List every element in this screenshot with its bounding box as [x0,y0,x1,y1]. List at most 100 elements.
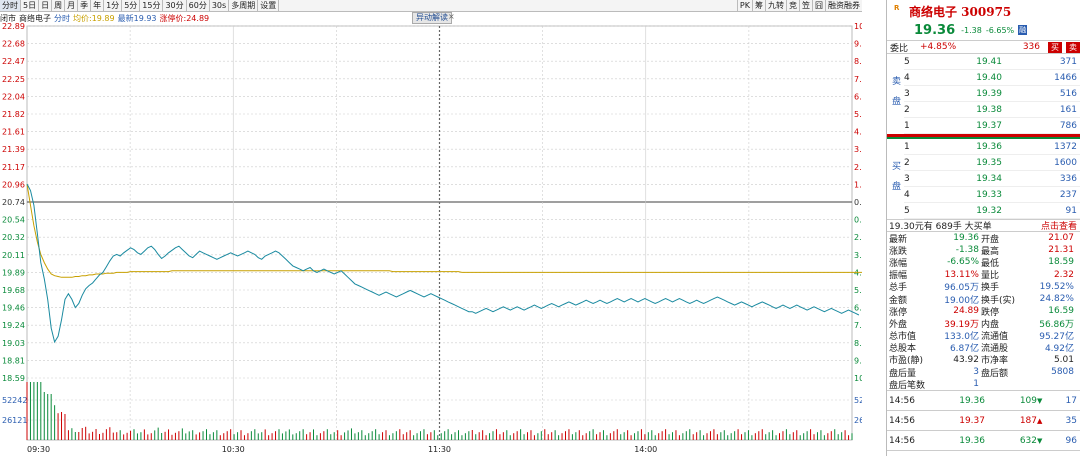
level-number: 4 [904,72,910,83]
y-tick-label: 22.68 [2,40,25,49]
stat-value: 13.11% [944,269,979,280]
bids-level-row[interactable]: 4 19.33 237 [904,187,1080,203]
x-time-label: 09:30 [27,445,50,454]
stat-label: 涨幅 [889,258,908,269]
arrow-down-icon: ▼ [1037,396,1043,405]
level-number: 3 [904,88,910,99]
margin-badge: 融 [1018,25,1028,35]
level-volume: 336 [1059,173,1077,184]
tick-time: 14:56 [889,395,915,406]
level-volume: 161 [1059,104,1077,115]
y-pct-tick-label: 6.17% [854,304,862,313]
stat-label: 最新 [889,234,908,245]
level-price: 19.34 [976,173,1002,184]
stat-value: 19.00亿 [944,295,979,306]
stat-value: 21.31 [1048,245,1074,256]
level-price: 19.39 [976,88,1002,99]
y-pct-tick-label: 7.29% [854,75,862,84]
buy-button[interactable]: 买 [1048,41,1062,53]
quote-stats: 最新 19.36 开盘 21.07 涨跌 -1.38 最高 21.31 涨幅 -6.65% 最低 18… [887,232,1080,391]
asks-level-row[interactable]: 2 19.38 161 [904,102,1080,118]
buy-side-label: 买盘 [892,162,902,192]
level-volume: 91 [1065,205,1077,216]
stat-value: 18.59 [1048,257,1074,268]
stat-row: 涨跌 -1.38 最高 21.31 [887,244,1080,257]
stat-row: 涨停 24.89 跌停 16.59 [887,305,1080,318]
stat-value: 95.27亿 [1039,332,1074,343]
level-number: 1 [904,141,910,152]
stat-row: 市盈(静) 43.92 市净率 5.01 [887,354,1080,367]
stat-label: 流通股 [981,344,1009,355]
y-pct-tick-label: 9.37% [854,40,862,49]
tick-count: 35 [1065,415,1077,426]
tick-price: 19.36 [959,395,985,406]
level-number: 5 [904,205,910,216]
stat-row: 总市值 133.0亿 流通值 95.27亿 [887,330,1080,342]
level-price: 19.38 [976,104,1002,115]
stat-label: 市盈(静) [889,356,924,367]
stat-label: 最高 [981,246,1000,257]
level-number: 4 [904,189,910,200]
current-price: 19.36 [914,22,956,38]
bids-level-row[interactable]: 3 19.34 336 [904,171,1080,187]
stat-value: 6.87亿 [949,344,979,355]
level-price: 19.35 [976,157,1002,168]
level-price: 19.33 [976,189,1002,200]
x-time-label: 10:30 [222,445,245,454]
asks-level-row[interactable]: 4 19.40 1466 [904,70,1080,86]
vol-tick-label-right: 52242 [854,396,862,405]
order-ratio-row: 委比 +4.85% 336 买 卖 [887,40,1080,54]
stat-label: 总手 [889,283,908,294]
level-price: 19.37 [976,120,1002,131]
stat-row: 涨幅 -6.65% 最低 18.59 [887,256,1080,269]
level-number: 1 [904,120,910,131]
y-tick-label: 19.24 [2,321,25,330]
vol-tick-label: 26121 [2,416,27,425]
stat-label: 盘后额 [981,368,1009,379]
y-tick-label: 20.74 [2,198,25,207]
stat-label: 盘后量 [889,368,917,379]
stat-value: 24.89 [953,306,979,317]
big-order-link[interactable]: 点击查看 [1041,219,1080,232]
order-ratio-diff: 336 [1022,42,1040,52]
bids-level-row[interactable]: 2 19.35 1600 [904,155,1080,171]
stat-value: -6.65% [947,257,979,268]
tick-qty: 187 [1019,415,1037,426]
asks-level-row[interactable]: 5 19.41 371 [904,54,1080,70]
stat-label: 金额 [889,295,908,306]
level-volume: 237 [1059,189,1077,200]
bids-level-row[interactable]: 5 19.32 91 [904,203,1080,219]
y-tick-label: 19.68 [2,286,25,295]
r-icon: R [894,4,900,12]
stat-row: 最新 19.36 开盘 21.07 [887,232,1080,245]
tick-time: 14:56 [889,435,915,446]
y-pct-tick-label: 9.29% [854,356,862,365]
arrow-down-icon: ▼ [1037,436,1043,445]
tick-count: 96 [1065,435,1077,446]
price-line [26,183,860,344]
stat-label: 流通值 [981,332,1009,343]
y-tick-label: 20.54 [2,216,25,225]
stat-row: 金额 19.00亿 换手(实) 24.82% [887,293,1080,306]
stat-label: 外盘 [889,319,908,330]
stat-label: 振幅 [889,271,908,282]
bids-level-row[interactable]: 1 19.36 1372 [904,139,1080,155]
quote-header: R 商络电子 300975 [887,0,1080,20]
tick-row: 14:56 19.37 187 ▲ 35 [887,410,1080,430]
stat-label: 涨停 [889,307,908,318]
y-tick-label: 22.04 [2,92,25,101]
y-pct-tick-label: 2.02% [854,233,862,242]
y-tick-label: 20.11 [2,251,25,260]
stat-label: 最低 [981,258,1000,269]
tick-row: 14:56 19.36 109 ▼ 17 [887,390,1080,410]
sell-button[interactable]: 卖 [1066,41,1080,53]
stat-label: 总股本 [889,344,917,355]
intraday-chart[interactable]: 22.89 10.37% 22.68 9.37% 22.47 8.37% 22.25 7.29… [0,0,862,456]
asks-level-row[interactable]: 3 19.39 516 [904,86,1080,102]
y-tick-label: 21.39 [2,145,25,154]
stat-row: 振幅 13.11% 量比 2.32 [887,269,1080,282]
y-pct-tick-label: 5.13% [854,286,862,295]
asks-level-row[interactable]: 1 19.37 786 [904,118,1080,134]
vol-tick-label: 52242 [2,396,27,405]
y-pct-tick-label: 8.37% [854,57,862,66]
